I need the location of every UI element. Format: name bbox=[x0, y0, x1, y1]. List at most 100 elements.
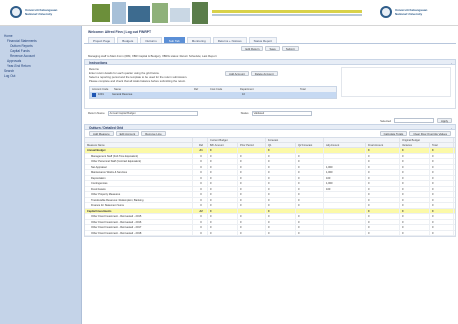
cell-value[interactable]: 0 bbox=[400, 197, 430, 202]
cell-value[interactable]: 0 bbox=[208, 153, 238, 158]
calculate-totals-button[interactable]: Calculate Totals bbox=[379, 131, 408, 136]
cell-value[interactable]: 0 bbox=[238, 153, 266, 158]
table-row[interactable]: Other Fixed Investment - Reinvested - 20… bbox=[85, 230, 455, 236]
cell-value[interactable]: 0 bbox=[266, 186, 296, 191]
cell-value[interactable]: 0 bbox=[430, 159, 454, 164]
cell-value[interactable]: 0 bbox=[430, 170, 454, 175]
cell-value[interactable]: 0 bbox=[266, 192, 296, 197]
col-header[interactable]: Ref bbox=[193, 143, 208, 147]
cell-value[interactable]: 0 bbox=[366, 203, 400, 208]
cell-value[interactable]: 0 bbox=[238, 170, 266, 175]
cell-value[interactable]: 0 bbox=[266, 225, 296, 230]
cell-value[interactable]: 0 bbox=[400, 214, 430, 219]
cell-value[interactable]: 0 bbox=[400, 192, 430, 197]
clear-override-button[interactable]: Clear Row Override Values bbox=[409, 131, 451, 136]
cell-value[interactable]: 0 bbox=[296, 153, 324, 158]
cell-value[interactable]: 0 bbox=[366, 197, 400, 202]
selected-field[interactable] bbox=[394, 118, 434, 123]
university-logo-right[interactable]: Universiti Kebangsaan National Universit… bbox=[380, 6, 427, 18]
cell-value[interactable]: 0 bbox=[296, 214, 324, 219]
cell-value[interactable]: 0 bbox=[296, 186, 324, 191]
cell-value[interactable]: 0 bbox=[400, 175, 430, 180]
cell-value[interactable] bbox=[324, 219, 366, 224]
cell-value[interactable]: 0 bbox=[430, 148, 454, 153]
tab-budgets[interactable]: Budgets bbox=[117, 37, 139, 43]
col-header[interactable]: Final Amount bbox=[366, 143, 400, 147]
cell-value[interactable] bbox=[324, 153, 366, 158]
cell-value[interactable]: 100 bbox=[324, 175, 366, 180]
cell-value[interactable]: 0 bbox=[238, 230, 266, 235]
cell-value[interactable]: 0 bbox=[266, 148, 296, 153]
cell-value[interactable]: 0 bbox=[208, 164, 238, 169]
cell-value[interactable]: 0 bbox=[208, 203, 238, 208]
cell-value[interactable]: 0 bbox=[238, 219, 266, 224]
cell-value[interactable]: 0 bbox=[266, 197, 296, 202]
return-name-field[interactable]: Annual Capital Budget bbox=[107, 110, 198, 116]
cell-value[interactable]: 0 bbox=[296, 197, 324, 202]
cell-value[interactable]: 0 bbox=[366, 175, 400, 180]
cell-value[interactable]: 0 bbox=[238, 175, 266, 180]
cell-value[interactable]: 1,000 bbox=[324, 170, 366, 175]
cell-value[interactable]: 0 bbox=[296, 175, 324, 180]
cell-value[interactable]: 0 bbox=[400, 225, 430, 230]
cell-value[interactable]: 0 bbox=[238, 159, 266, 164]
cell-value[interactable]: 0 bbox=[238, 214, 266, 219]
cell-value[interactable]: 0 bbox=[400, 164, 430, 169]
cell-value[interactable] bbox=[324, 148, 366, 153]
cell-value[interactable]: 0 bbox=[366, 170, 400, 175]
cell-value[interactable] bbox=[324, 159, 366, 164]
cell-value[interactable] bbox=[324, 225, 366, 230]
cell-value[interactable]: 0 bbox=[208, 197, 238, 202]
cell-value[interactable]: 0 bbox=[366, 164, 400, 169]
cell-value[interactable]: 0 bbox=[296, 159, 324, 164]
cell-value[interactable]: 0 bbox=[400, 148, 430, 153]
cell-value[interactable] bbox=[324, 208, 366, 213]
cell-value[interactable]: 0 bbox=[366, 225, 400, 230]
cell-value[interactable]: 0 bbox=[296, 230, 324, 235]
cell-value[interactable]: 0 bbox=[208, 219, 238, 224]
col-header[interactable]: Total bbox=[430, 143, 454, 147]
col-header[interactable]: B/F Amount bbox=[208, 143, 238, 147]
edit-account-button[interactable]: Edit Account bbox=[115, 131, 140, 136]
cell-value[interactable]: 0 bbox=[400, 230, 430, 235]
cell-value[interactable]: 0 bbox=[208, 181, 238, 186]
cell-value[interactable]: 0 bbox=[296, 203, 324, 208]
cell-value[interactable]: 0 bbox=[208, 186, 238, 191]
cell-value[interactable]: 0 bbox=[238, 181, 266, 186]
cell-value[interactable]: 0 bbox=[366, 214, 400, 219]
cell-value[interactable] bbox=[324, 230, 366, 235]
cell-value[interactable]: 0 bbox=[266, 159, 296, 164]
cell-value[interactable]: 0 bbox=[400, 153, 430, 158]
cell-value[interactable]: 0 bbox=[296, 225, 324, 230]
col-header[interactable]: Adj Amount bbox=[324, 143, 366, 147]
cell-value[interactable]: 0 bbox=[208, 148, 238, 153]
col-header[interactable]: Measure Name bbox=[85, 143, 193, 147]
cell-value[interactable]: 0 bbox=[430, 153, 454, 158]
cell-value[interactable]: 1,000 bbox=[324, 181, 366, 186]
cell-value[interactable]: 0 bbox=[266, 164, 296, 169]
cell-value[interactable]: 0 bbox=[366, 230, 400, 235]
remove-line-button[interactable]: Remove Line bbox=[141, 131, 166, 136]
cell-value[interactable]: 0 bbox=[296, 170, 324, 175]
tab-project-page[interactable]: Project Page bbox=[88, 37, 116, 43]
cell-value[interactable]: 0 bbox=[238, 203, 266, 208]
cell-value[interactable]: 0 bbox=[400, 208, 430, 213]
cell-value[interactable]: 0 bbox=[400, 219, 430, 224]
col-header[interactable]: Variance bbox=[400, 143, 430, 147]
tab-outturns[interactable]: Outturns bbox=[140, 37, 162, 43]
sidebar-item-log-out[interactable]: Log Out bbox=[4, 74, 77, 79]
cell-value[interactable]: 0 bbox=[238, 164, 266, 169]
cell-value[interactable]: 0 bbox=[430, 197, 454, 202]
col-header[interactable]: Q1 bbox=[266, 143, 296, 147]
cell-value[interactable]: 0 bbox=[266, 214, 296, 219]
cell-value[interactable]: 0 bbox=[238, 197, 266, 202]
cell-value[interactable] bbox=[296, 148, 324, 153]
cell-value[interactable]: 0 bbox=[208, 159, 238, 164]
grid-panel-header[interactable]: Outturn / Detailed Grid - bbox=[84, 124, 456, 130]
add-account-button[interactable]: Add Account bbox=[225, 71, 249, 76]
cell-value[interactable]: 0 bbox=[266, 208, 296, 213]
cell-value[interactable]: 0 bbox=[266, 181, 296, 186]
cell-value[interactable]: 0 bbox=[400, 186, 430, 191]
cell-value[interactable]: 0 bbox=[430, 181, 454, 186]
cell-value[interactable]: 0 bbox=[208, 214, 238, 219]
